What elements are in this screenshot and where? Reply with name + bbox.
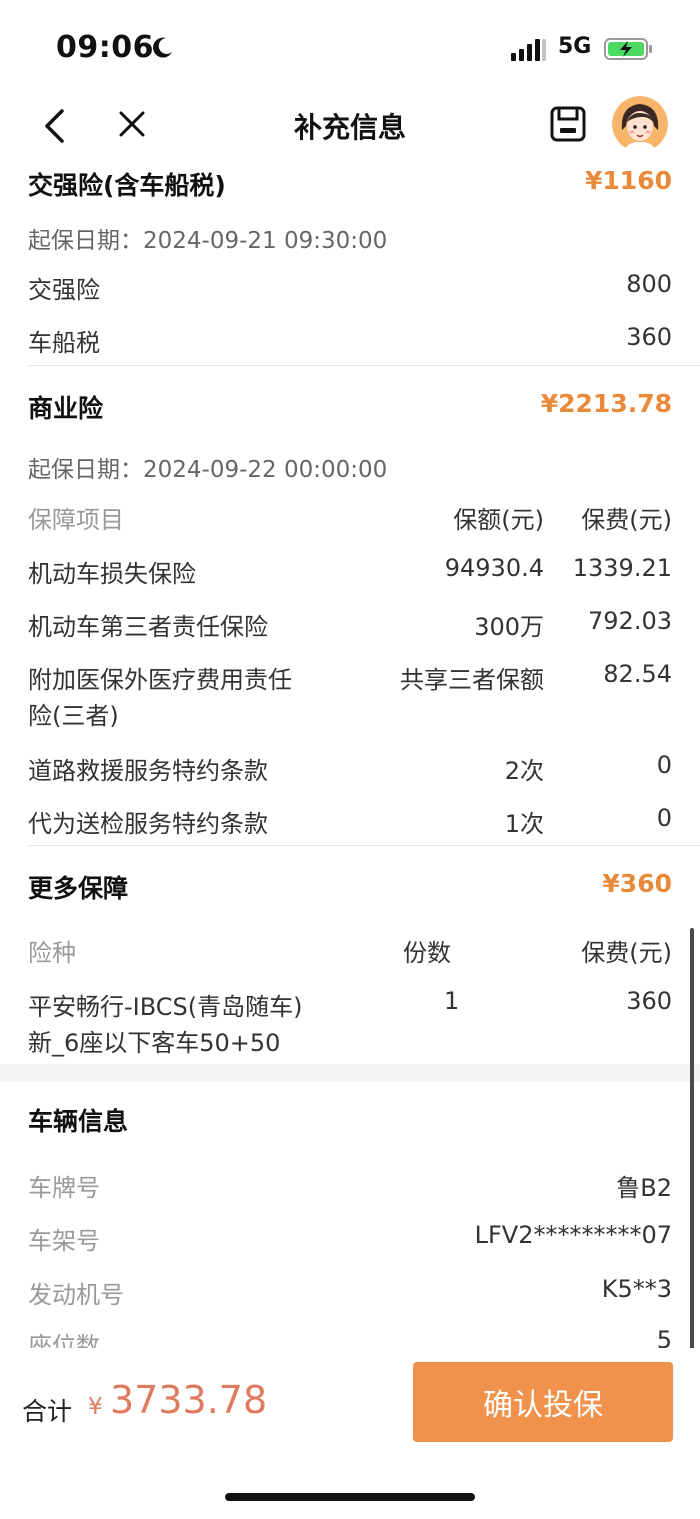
row-fee: 792.03	[588, 607, 672, 635]
item-label: 座位数	[28, 1332, 100, 1348]
scrollbar[interactable]	[690, 928, 694, 1358]
item-value: K5**3	[601, 1275, 672, 1303]
item-value: 鲁B2	[616, 1174, 672, 1202]
save-icon[interactable]	[548, 104, 588, 144]
compulsory-title: 交强险(含车船税)	[28, 171, 226, 200]
table-header: 险种 份数 保费(元)	[28, 933, 672, 968]
commercial-section: 商业险 ¥2213.78	[28, 389, 672, 425]
status-time: 09:06	[56, 30, 154, 65]
status-bar: 09:06 5G	[0, 0, 700, 96]
item-value: 800	[626, 270, 672, 298]
list-item: 车牌号 鲁B2	[28, 1168, 672, 1203]
page-title: 补充信息	[293, 111, 406, 144]
commercial-start-date: 起保日期：2024-09-22 00:00:00	[28, 457, 388, 483]
table-row: 附加医保外医疗费用责任 共享三者保额 82.54	[28, 660, 672, 695]
row-name: 机动车损失保险	[28, 560, 196, 588]
list-item: 车船税 360	[28, 323, 672, 358]
battery-charging-icon	[604, 38, 652, 60]
table-row: 平安畅行-IBCS(青岛随车) 1 360	[28, 987, 672, 1022]
header-amount: 保额(元)	[453, 506, 544, 534]
more-title: 更多保障	[28, 874, 129, 903]
total-currency: ¥	[88, 1394, 103, 1420]
divider	[28, 845, 700, 846]
item-label: 车牌号	[28, 1174, 100, 1202]
header-item: 保障项目	[28, 506, 124, 534]
commercial-amount: ¥2213.78	[540, 389, 672, 418]
network-label: 5G	[558, 34, 592, 59]
row-amount: 300万	[474, 613, 544, 641]
moon-icon	[153, 37, 172, 58]
item-value: LFV2*********07	[474, 1221, 672, 1249]
table-row: 代为送检服务特约条款 1次 0	[28, 804, 672, 839]
header-type: 险种	[28, 939, 76, 967]
avatar[interactable]	[612, 96, 668, 152]
row-fee: 0	[656, 804, 672, 832]
compulsory-section: 交强险(含车船税) ¥1160	[28, 166, 672, 202]
home-indicator[interactable]	[225, 1493, 475, 1501]
row-name-continued: 新_6座以下客车50+50	[28, 1029, 281, 1057]
item-value: 5	[656, 1326, 672, 1348]
header-fee: 保费(元)	[581, 939, 672, 967]
signal-icon	[511, 39, 546, 61]
row-fee: 0	[656, 751, 672, 779]
header-fee: 保费(元)	[581, 506, 672, 534]
commercial-title: 商业险	[28, 394, 104, 423]
row-name-continued: 险(三者)	[28, 702, 119, 730]
list-item: 交强险 800	[28, 270, 672, 305]
row-fee: 1339.21	[572, 554, 672, 582]
row-count: 1	[444, 987, 460, 1015]
item-label: 发动机号	[28, 1281, 124, 1309]
compulsory-amount: ¥1160	[585, 166, 672, 195]
more-section: 更多保障 ¥360	[28, 869, 672, 905]
divider	[28, 365, 700, 366]
header-count: 份数	[403, 939, 451, 967]
table-header: 保障项目 保额(元) 保费(元)	[28, 500, 672, 535]
list-item: 发动机号 K5**3	[28, 1275, 672, 1310]
content-scroll[interactable]: 交强险(含车船税) ¥1160 起保日期：2024-09-21 09:30:00…	[0, 158, 700, 1348]
item-label: 交强险	[28, 276, 100, 304]
total-amount: 3733.78	[110, 1378, 268, 1422]
row-name: 附加医保外医疗费用责任	[28, 666, 292, 694]
section-gap	[0, 1064, 700, 1082]
row-amount: 共享三者保额	[400, 666, 544, 694]
vehicle-title: 车辆信息	[28, 1107, 129, 1136]
bottom-bar: 合计 ¥ 3733.78 确认投保	[0, 1348, 700, 1468]
item-label: 车船税	[28, 329, 100, 357]
table-row: 道路救援服务特约条款 2次 0	[28, 751, 672, 786]
more-amount: ¥360	[602, 869, 672, 898]
total-label: 合计	[22, 1397, 73, 1426]
compulsory-start-date: 起保日期：2024-09-21 09:30:00	[28, 228, 388, 254]
row-amount: 1次	[504, 810, 544, 838]
row-fee: 360	[626, 987, 672, 1015]
avatar-icon	[612, 96, 668, 152]
confirm-insure-button[interactable]: 确认投保	[413, 1362, 673, 1442]
item-label: 车架号	[28, 1227, 100, 1255]
list-item: 车架号 LFV2*********07	[28, 1221, 672, 1256]
row-amount: 94930.4	[444, 554, 544, 582]
row-name: 机动车第三者责任保险	[28, 613, 268, 641]
row-amount: 2次	[504, 757, 544, 785]
row-name: 代为送检服务特约条款	[28, 810, 268, 838]
item-value: 360	[626, 323, 672, 351]
row-name: 平安畅行-IBCS(青岛随车)	[28, 993, 303, 1021]
row-fee: 82.54	[603, 660, 672, 688]
table-row: 机动车第三者责任保险 300万 792.03	[28, 607, 672, 642]
row-name: 道路救援服务特约条款	[28, 757, 268, 785]
list-item: 座位数 5	[28, 1326, 672, 1348]
nav-bar: 补充信息	[0, 96, 700, 158]
table-row: 机动车损失保险 94930.4 1339.21	[28, 554, 672, 589]
